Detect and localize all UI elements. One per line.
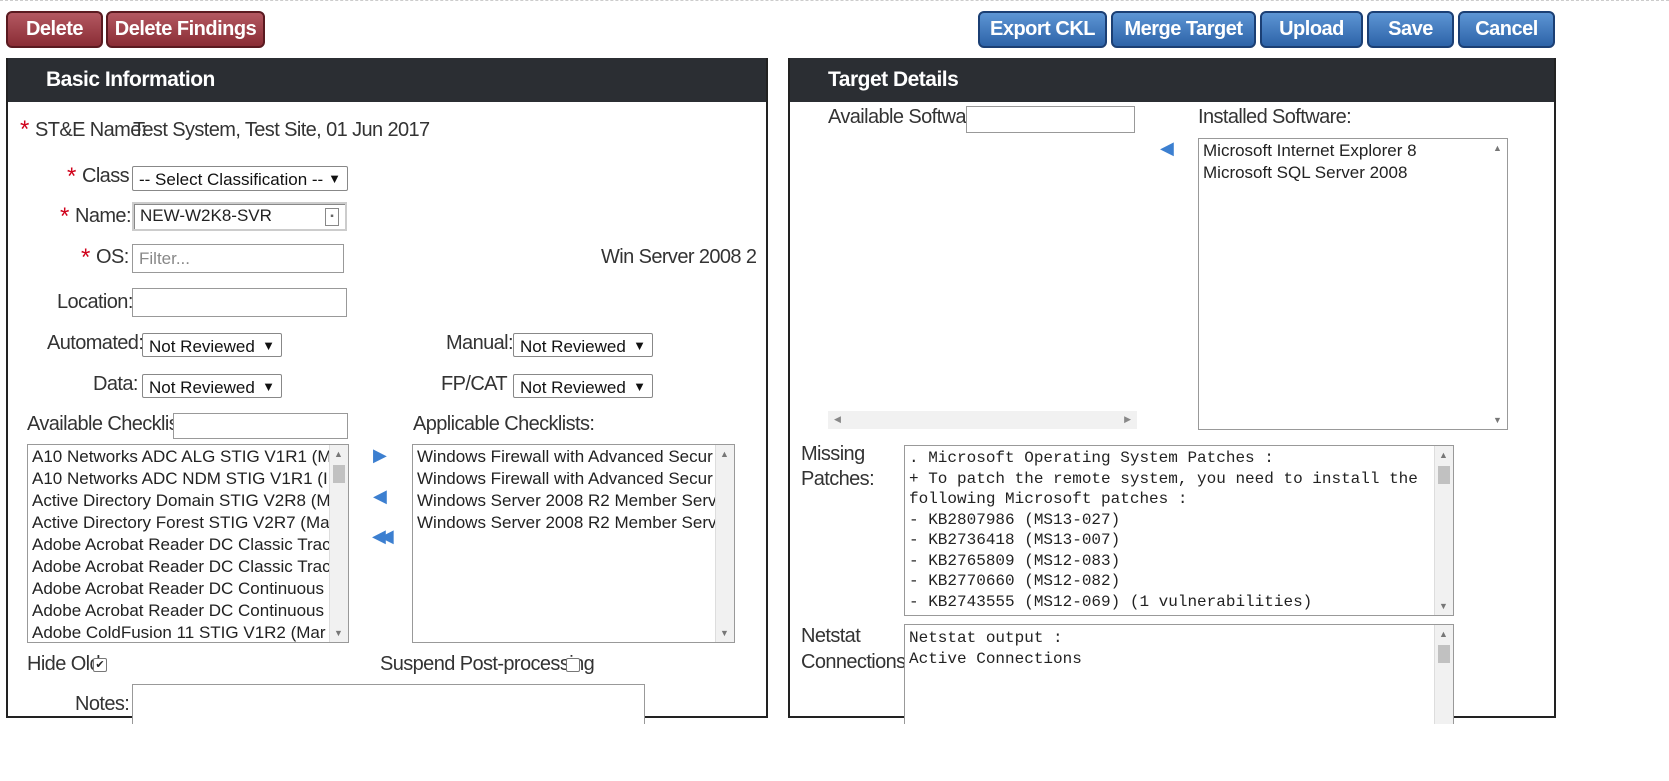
ste-name-value: Test System, Test Site, 01 Jun 2017 [133,119,430,141]
cancel-button[interactable]: Cancel [1458,11,1555,48]
list-item[interactable]: Adobe Acrobat Reader DC Classic Trac [28,556,348,578]
list-item[interactable]: Active Directory Domain STIG V2R8 (M [28,490,348,512]
data-label: Data: [93,373,138,395]
list-item[interactable]: Adobe Acrobat Reader DC Continuous [28,578,348,600]
list-item[interactable]: A10 Networks ADC ALG STIG V1R1 (M [28,446,348,468]
move-all-left-icon[interactable]: ◀◀ [372,526,394,547]
patch-line: - KB2736418 (MS13-007) [909,531,1121,549]
netstat-connections-label: Connections: [801,651,911,673]
automated-label: Automated: [47,332,144,354]
missing-patches-label: Patches: [801,468,875,490]
ste-name-label: ST&E Name: [35,119,146,141]
suspend-post-processing-checkbox[interactable] [566,658,580,672]
scrollbar[interactable]: ▲ ▼ [1434,446,1453,615]
basic-information-header: Basic Information [8,58,766,102]
list-item[interactable]: Adobe ColdFusion 11 STIG V1R2 (Mar [28,622,348,642]
list-item[interactable]: Microsoft SQL Server 2008 [1199,162,1507,184]
patch-line: - KB2807986 (MS13-027) [909,510,1121,529]
suspend-post-processing-label: Suspend Post-processing [380,653,595,675]
available-checklists-list[interactable]: A10 Networks ADC ALG STIG V1R1 (M A10 Ne… [27,444,349,643]
location-input[interactable] [132,288,347,317]
hide-old-checkbox[interactable]: ✔ [93,658,107,672]
chevron-down-icon: ▼ [633,379,646,394]
delete-button[interactable]: Delete [6,11,103,48]
required-marker: * [67,163,76,190]
required-marker: * [20,116,29,143]
netstat-textarea[interactable]: Netstat output : Active Connections ▲ [904,624,1454,724]
os-label: OS: [96,246,129,268]
missing-patches-label: Missing [801,443,865,465]
class-select[interactable]: -- Select Classification -- ▼ [132,166,348,191]
chevron-down-icon: ▼ [633,338,646,353]
required-marker: * [60,203,69,230]
chevron-down-icon: ▼ [328,171,341,186]
patch-line: - KB2770660 (MS12-082) [909,572,1121,590]
scrollbar[interactable]: ▲ ▼ [1489,139,1507,429]
available-checklists-filter[interactable] [173,413,348,439]
manual-select[interactable]: Not Reviewed ▼ [513,333,653,357]
target-details-title: Target Details [828,68,959,91]
os-value: Win Server 2008 2 [601,246,757,268]
available-software-filter[interactable] [966,106,1135,133]
scrollbar[interactable]: ▲ ▼ [329,445,348,642]
applicable-checklists-list[interactable]: Windows Firewall with Advanced Secur Win… [412,444,735,643]
merge-target-button[interactable]: Merge Target [1111,11,1256,48]
installed-software-list[interactable]: Microsoft Internet Explorer 8 Microsoft … [1198,138,1508,430]
chevron-down-icon: ▼ [262,338,275,353]
available-checklists-label: Available Checklists: [27,413,198,435]
save-button[interactable]: Save [1367,11,1454,48]
netstat-line: Active Connections [909,649,1082,668]
hide-old-label: Hide Old [27,653,101,675]
manual-label: Manual: [446,332,514,354]
list-item[interactable]: Windows Server 2008 R2 Member Serv [413,512,734,534]
list-item[interactable]: Adobe Acrobat Reader DC Continuous [28,600,348,622]
applicable-checklists-label: Applicable Checklists: [413,413,595,435]
class-label: Class [82,165,130,187]
name-input[interactable]: NEW-W2K8-SVR ▪ [132,202,347,231]
missing-patches-textarea[interactable]: . Microsoft Operating System Patches : +… [904,445,1454,616]
list-item[interactable]: A10 Networks ADC NDM STIG V1R1 (I [28,468,348,490]
patch-line: - KB2743555 (MS12-069) (1 vulnerabilitie… [909,592,1313,611]
available-software-label: Available Software: [828,106,988,128]
required-marker: * [81,244,90,271]
patch-line: . Microsoft Operating System Patches : [909,449,1274,467]
netstat-line: Netstat output : [909,629,1063,647]
location-label: Location: [57,291,133,313]
list-item[interactable]: Windows Server 2008 R2 Member Serv [413,490,734,512]
list-item[interactable]: Windows Firewall with Advanced Secur [413,468,734,490]
contact-card-icon: ▪ [325,208,339,226]
upload-button[interactable]: Upload [1260,11,1363,48]
export-ckl-button[interactable]: Export CKL [978,11,1107,48]
fpcat-select[interactable]: Not Reviewed ▼ [513,374,653,398]
patch-line: following Microsoft patches : [909,490,1188,508]
list-item[interactable]: Active Directory Forest STIG V2R7 (Ma [28,512,348,534]
move-left-icon[interactable]: ◀ [1160,138,1174,159]
list-item[interactable]: Windows Firewall with Advanced Secur [413,446,734,468]
notes-label: Notes: [75,693,130,715]
scrollbar[interactable]: ▲ ▼ [715,445,734,642]
list-item[interactable]: Microsoft Internet Explorer 8 [1199,140,1507,162]
horizontal-scrollbar[interactable]: ◀ ▶ [828,411,1137,429]
chevron-down-icon: ▼ [262,379,275,394]
netstat-connections-label: Netstat [801,625,861,647]
name-label: Name: [75,205,132,227]
scrollbar[interactable]: ▲ [1434,625,1453,724]
move-left-icon[interactable]: ◀ [373,486,387,507]
list-item[interactable]: Adobe Acrobat Reader DC Classic Trac [28,534,348,556]
fpcat-label: FP/CAT I: [441,373,522,395]
target-details-header: Target Details [790,58,1554,102]
automated-select[interactable]: Not Reviewed ▼ [142,333,282,357]
move-right-icon[interactable]: ▶ [373,445,387,466]
installed-software-label: Installed Software: [1198,106,1352,128]
os-filter-input[interactable]: Filter... [132,244,344,273]
patch-line: + To patch the remote system, you need t… [909,469,1418,488]
top-divider [0,0,1669,1]
delete-findings-button[interactable]: Delete Findings [106,11,265,48]
basic-information-title: Basic Information [46,68,215,91]
data-select[interactable]: Not Reviewed ▼ [142,374,282,398]
patch-line: - KB2765809 (MS12-083) [909,551,1121,570]
notes-textarea[interactable] [132,684,645,724]
